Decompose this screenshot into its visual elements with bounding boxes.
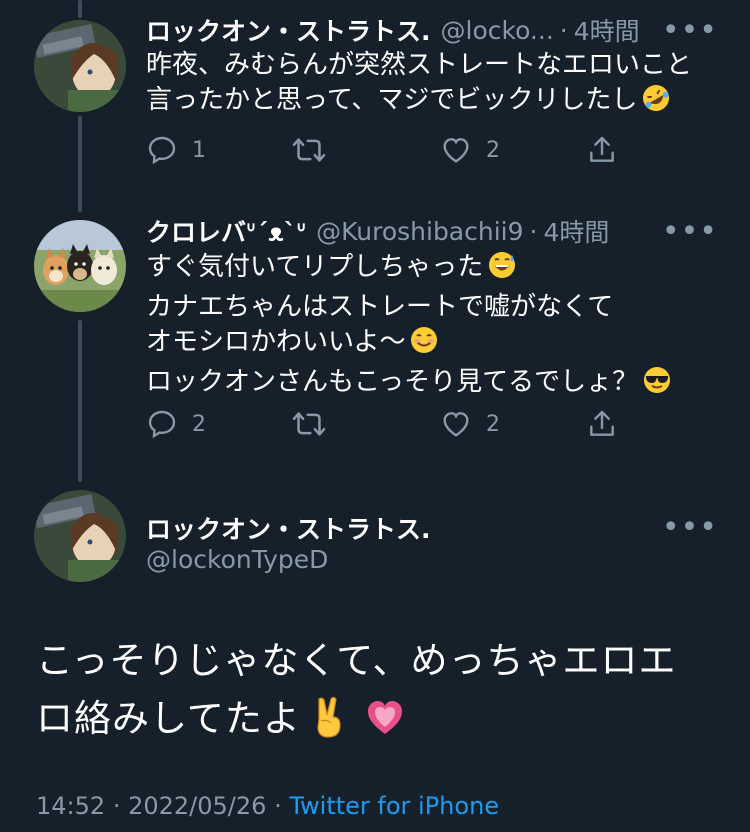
grinning-sweat-emoji-icon [487,250,517,290]
tweet-text-line-2: カナエちゃんはストレートで嘘がなくて [146,292,614,322]
reply-count: 1 [192,137,206,163]
tweet-text: すぐ気付いてリプしちゃった カナエちゃんはストレートで嘘がなくて オモシロかわい… [146,250,726,405]
more-dots-icon[interactable]: ••• [662,217,718,247]
main-tweet-text-line-1: こっそりじゃなくて、めっちゃエロエ [36,639,677,682]
reply-bubble-icon [148,136,176,165]
retweet-button[interactable] [292,408,326,440]
retweet-icon [292,412,326,436]
smiling-face-emoji-icon [409,325,439,365]
avatar-lockon[interactable] [34,20,126,112]
tweet-date[interactable]: 2022/05/26 [128,792,266,820]
tweet-text-line-1: すぐ気付いてリプしちゃった [146,250,726,290]
main-author-name[interactable]: ロックオン・ストラトス. [146,510,431,546]
tweet-text-line-2: 言ったかと思って、マジでビックリしたし [146,83,726,123]
share-icon [590,410,614,436]
separator-dot: · [529,216,538,246]
tweet-timestamp[interactable]: 14:52 [36,792,105,820]
tweet-meta: 14:52 · 2022/05/26 · Twitter for iPhone [36,792,499,820]
tweet-text-line: 昨夜、みむらんが突然ストレートなエロいこと [146,50,693,80]
tweet-time[interactable]: 4時間 [574,12,640,48]
author-name[interactable]: クロレバᐡ´ᴥ`ᐡ [146,213,306,249]
tweet-source-link[interactable]: Twitter for iPhone [289,792,499,820]
main-author-handle[interactable]: @lockonTypeD [146,545,328,574]
share-button[interactable] [586,134,618,166]
retweet-icon [292,138,326,162]
avatar-kuroshibachii[interactable] [34,220,126,312]
tweet-text: 昨夜、みむらんが突然ストレートなエロいこと 言ったかと思って、マジでビックリした… [146,48,726,123]
share-icon [590,136,614,162]
separator-dot: · [559,15,568,45]
like-count: 2 [486,411,500,437]
avatar-lockon-main[interactable] [34,490,126,582]
tweet-text-line-3: オモシロかわいいよ〜 [146,325,726,365]
share-button[interactable] [586,408,618,440]
reply-count: 2 [192,411,206,437]
tweet-header: クロレバᐡ´ᴥ`ᐡ @Kuroshibachii9 · 4時間 [146,214,730,248]
heart-icon [443,138,469,163]
author-handle[interactable]: @Kuroshibachii9 [316,217,523,246]
author-handle[interactable]: @locko... [441,16,554,45]
sunglasses-emoji-icon [642,365,672,405]
sparkling-heart-emoji-icon [365,696,405,754]
main-tweet-text-line-2: ロ絡みしてたよ [36,690,720,756]
separator-dot: · [112,792,121,820]
more-dots-icon[interactable]: ••• [662,16,718,46]
like-button[interactable]: 2 [440,134,500,166]
victory-hand-emoji-icon [309,695,349,756]
thread-connector-top [78,0,82,18]
thread-connector-1 [78,116,82,212]
more-dots-icon[interactable]: ••• [662,513,718,543]
reply-bubble-icon [148,410,176,439]
like-count: 2 [486,137,500,163]
reply-button[interactable]: 2 [146,408,206,440]
tweet-header: ロックオン・ストラトス. @locko... · 4時間 [146,13,730,47]
tweet-time[interactable]: 4時間 [543,213,609,249]
heart-icon [443,412,469,437]
tweet-actions: 2 2 [146,404,646,444]
author-name[interactable]: ロックオン・ストラトス. [146,12,431,48]
thread-connector-2 [78,320,82,482]
tweet-actions: 1 2 [146,130,646,170]
reply-button[interactable]: 1 [146,134,206,166]
like-button[interactable]: 2 [440,408,500,440]
separator-dot: · [274,792,282,820]
retweet-button[interactable] [292,134,326,166]
main-tweet-text: こっそりじゃなくて、めっちゃエロエ ロ絡みしてたよ [36,632,720,756]
rolling-on-floor-laughing-emoji-icon [641,83,671,123]
tweet-text-line-4: ロックオンさんもこっそり見てるでしょ？ [146,365,726,405]
